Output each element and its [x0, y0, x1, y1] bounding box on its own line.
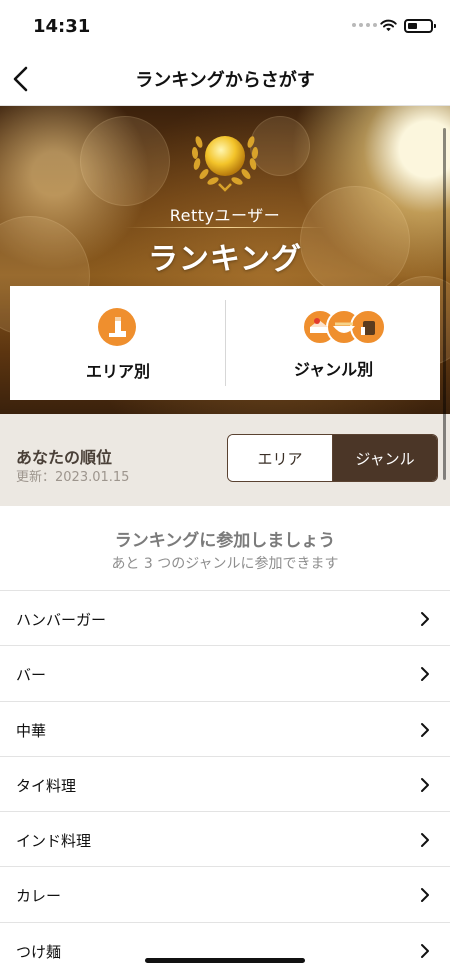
status-time: 14:31	[33, 16, 91, 37]
list-item-label: インド料理	[16, 832, 92, 851]
hero-title: ランキング	[147, 242, 303, 277]
ranking-type-card: エリア別 ジャンル別	[10, 286, 440, 400]
ranking-hero-banner: Rettyユーザー ランキング エリア別 ジャンル別	[0, 106, 450, 414]
list-item[interactable]: バー	[0, 646, 450, 702]
list-item[interactable]: タイ料理	[0, 756, 450, 813]
list-item-label: バー	[16, 666, 47, 685]
chevron-right-icon	[421, 667, 429, 682]
laurel-medal-icon	[191, 136, 259, 192]
segment-genre[interactable]: ジャンル	[333, 435, 437, 481]
area-ranking-button[interactable]: エリア別	[10, 286, 226, 400]
home-indicator[interactable]	[145, 958, 305, 963]
signal-dots-icon	[352, 23, 377, 27]
genre-list: ハンバーガー バー 中華 タイ料理 インド料理 カレー つけ麺	[0, 591, 450, 974]
battery-icon	[404, 19, 436, 33]
chevron-right-icon	[421, 833, 429, 848]
your-rank-title: あなたの順位	[16, 448, 113, 467]
genre-ranking-button[interactable]: ジャンル別	[227, 286, 440, 400]
list-item[interactable]: つけ麺	[0, 922, 450, 974]
list-item-label: 中華	[16, 721, 47, 740]
chevron-right-icon	[421, 612, 429, 626]
list-item-label: つけ麺	[16, 942, 62, 961]
segment-area[interactable]: エリア	[228, 435, 333, 481]
list-item[interactable]: インド料理	[0, 812, 450, 868]
chevron-right-icon	[421, 888, 429, 903]
list-item-label: タイ料理	[16, 776, 77, 795]
join-ranking-prompt: ランキングに参加しましょう あと 3 つのジャンルに参加できます	[0, 506, 450, 591]
chevron-right-icon	[421, 722, 429, 737]
status-bar: 14:31	[0, 0, 450, 50]
chevron-right-icon	[421, 943, 429, 958]
area-ranking-label: エリア別	[85, 362, 150, 381]
scrollbar[interactable]	[443, 128, 446, 480]
list-item[interactable]: 中華	[0, 701, 450, 757]
list-item[interactable]: カレー	[0, 867, 450, 923]
food-genre-icon	[302, 307, 386, 347]
list-item-label: ハンバーガー	[16, 611, 107, 629]
rank-updated-date: 更新：2023.01.15	[16, 470, 130, 485]
choice-divider	[225, 300, 226, 386]
area-map-icon	[98, 308, 136, 346]
nav-bar: ランキングからさがす	[0, 50, 450, 106]
join-title: ランキングに参加しましょう	[114, 531, 336, 551]
genre-ranking-label: ジャンル別	[293, 360, 374, 379]
hero-subtitle: Rettyユーザー	[169, 206, 281, 225]
list-item[interactable]: ハンバーガー	[0, 591, 450, 647]
page-title: ランキングからさがす	[135, 70, 315, 91]
join-subtitle: あと 3 つのジャンルに参加できます	[111, 556, 339, 572]
rank-type-segmented-control: エリア ジャンル	[227, 434, 438, 482]
hero-divider	[125, 227, 325, 228]
list-item-label: カレー	[16, 887, 62, 906]
chevron-right-icon	[421, 777, 429, 792]
your-rank-section: あなたの順位 更新：2023.01.15 エリア ジャンル	[0, 414, 450, 506]
wifi-icon	[380, 19, 397, 32]
